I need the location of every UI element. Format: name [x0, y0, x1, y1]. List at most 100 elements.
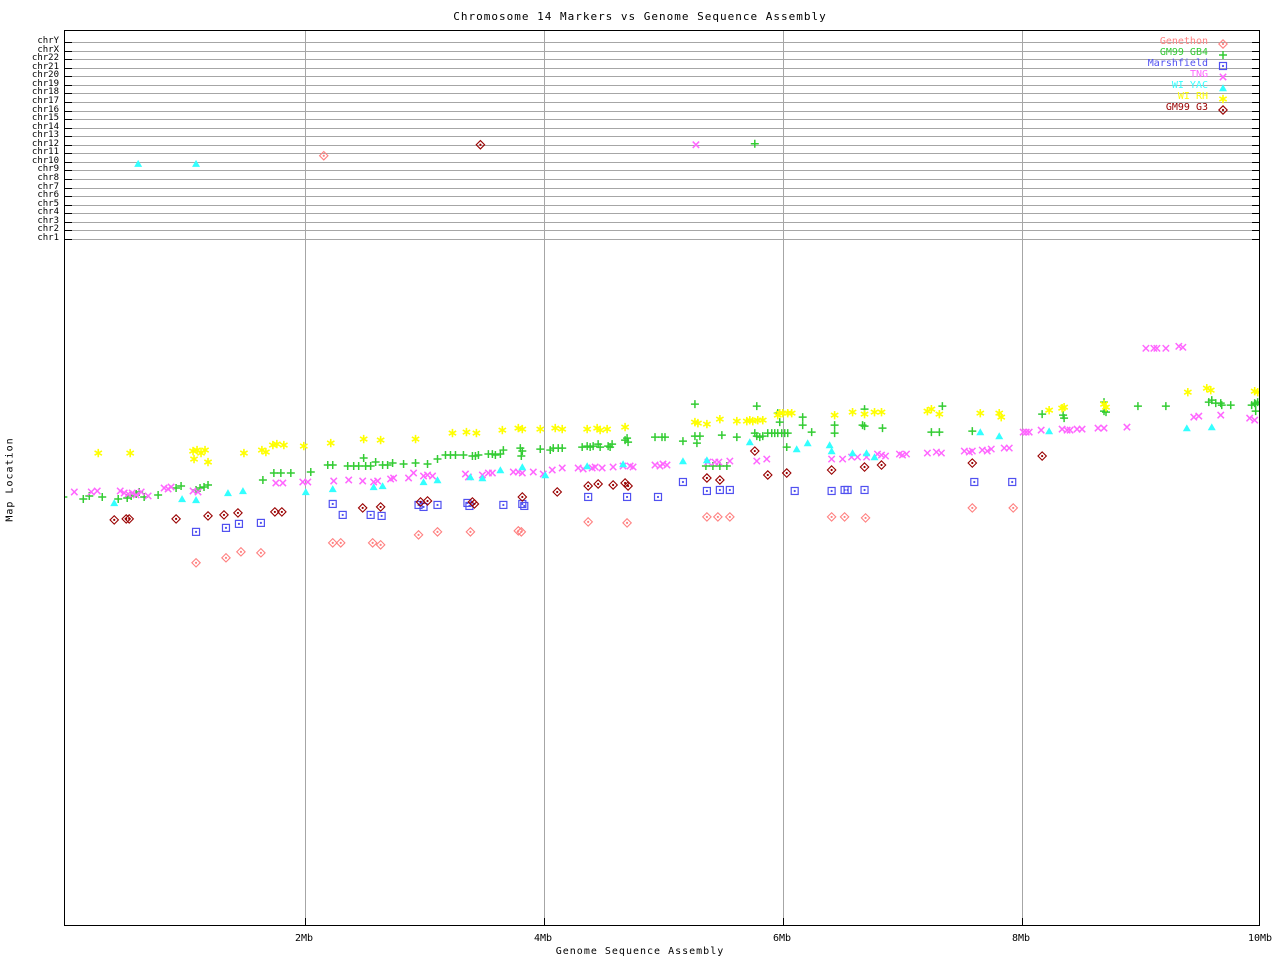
point — [1037, 451, 1048, 462]
point — [712, 511, 723, 522]
point — [798, 421, 807, 430]
point — [827, 447, 836, 455]
point — [724, 511, 735, 522]
point — [383, 461, 392, 470]
point — [782, 443, 791, 452]
point — [219, 509, 229, 520]
point — [1123, 423, 1131, 431]
point — [326, 438, 335, 448]
point — [223, 489, 232, 497]
point — [622, 492, 632, 502]
legend-label-wi-rh: WI RH — [1177, 91, 1208, 102]
point — [839, 511, 850, 522]
point — [622, 517, 633, 528]
point — [583, 516, 594, 527]
point — [344, 476, 353, 484]
point — [923, 449, 932, 457]
point — [432, 526, 443, 537]
point — [375, 501, 386, 512]
point — [144, 492, 152, 500]
point — [859, 462, 870, 472]
point — [536, 445, 545, 454]
point — [318, 150, 329, 161]
point — [749, 446, 760, 457]
point — [258, 476, 267, 484]
point — [517, 452, 526, 461]
point — [269, 469, 278, 478]
point — [65, 496, 68, 498]
point — [279, 440, 288, 450]
point — [110, 499, 119, 507]
point — [488, 469, 497, 477]
point — [238, 487, 247, 495]
point — [715, 485, 724, 495]
point — [335, 537, 346, 548]
point — [702, 419, 711, 429]
point — [860, 422, 869, 431]
point — [279, 479, 287, 487]
point — [1037, 426, 1045, 434]
point — [717, 431, 726, 440]
point — [976, 428, 985, 436]
point — [830, 421, 839, 430]
point — [472, 428, 481, 438]
point — [878, 424, 887, 433]
point — [327, 537, 338, 548]
point — [1195, 412, 1203, 420]
scatter-layer — [65, 139, 1259, 568]
point — [371, 458, 380, 467]
point — [827, 486, 836, 496]
point — [423, 460, 432, 469]
point — [189, 454, 199, 464]
point — [826, 511, 837, 522]
point — [1045, 405, 1054, 415]
point — [860, 512, 871, 523]
point — [1207, 423, 1216, 431]
series-gm99-gb4 — [65, 139, 1259, 503]
point — [1142, 344, 1150, 353]
point — [583, 481, 594, 491]
point — [862, 449, 871, 457]
point — [603, 424, 612, 434]
point — [70, 488, 79, 496]
point — [702, 486, 711, 496]
point — [1251, 407, 1259, 416]
point — [235, 546, 246, 557]
point — [715, 414, 724, 424]
point — [1217, 401, 1226, 410]
point — [763, 455, 771, 463]
point — [623, 434, 632, 443]
point — [967, 502, 978, 513]
point — [167, 483, 175, 491]
point — [518, 463, 527, 471]
point — [870, 407, 879, 417]
plot-area — [64, 30, 1260, 926]
point — [858, 421, 867, 430]
point — [935, 428, 944, 437]
point — [134, 159, 143, 167]
point — [715, 458, 723, 466]
point — [593, 479, 604, 489]
point — [651, 433, 660, 442]
point — [221, 552, 231, 563]
point — [399, 460, 408, 469]
point — [976, 408, 985, 418]
point — [171, 513, 182, 524]
point — [701, 511, 712, 522]
point — [304, 478, 312, 486]
point — [232, 507, 243, 518]
point — [191, 557, 202, 568]
point — [178, 495, 187, 503]
point — [1008, 502, 1019, 513]
point — [354, 462, 363, 471]
point — [1045, 427, 1054, 435]
point — [803, 439, 812, 447]
point — [1182, 424, 1191, 432]
point — [328, 499, 337, 509]
point — [792, 445, 801, 453]
point — [338, 510, 347, 520]
point — [935, 409, 944, 419]
point — [558, 464, 566, 472]
point — [937, 449, 946, 457]
point — [678, 457, 687, 465]
